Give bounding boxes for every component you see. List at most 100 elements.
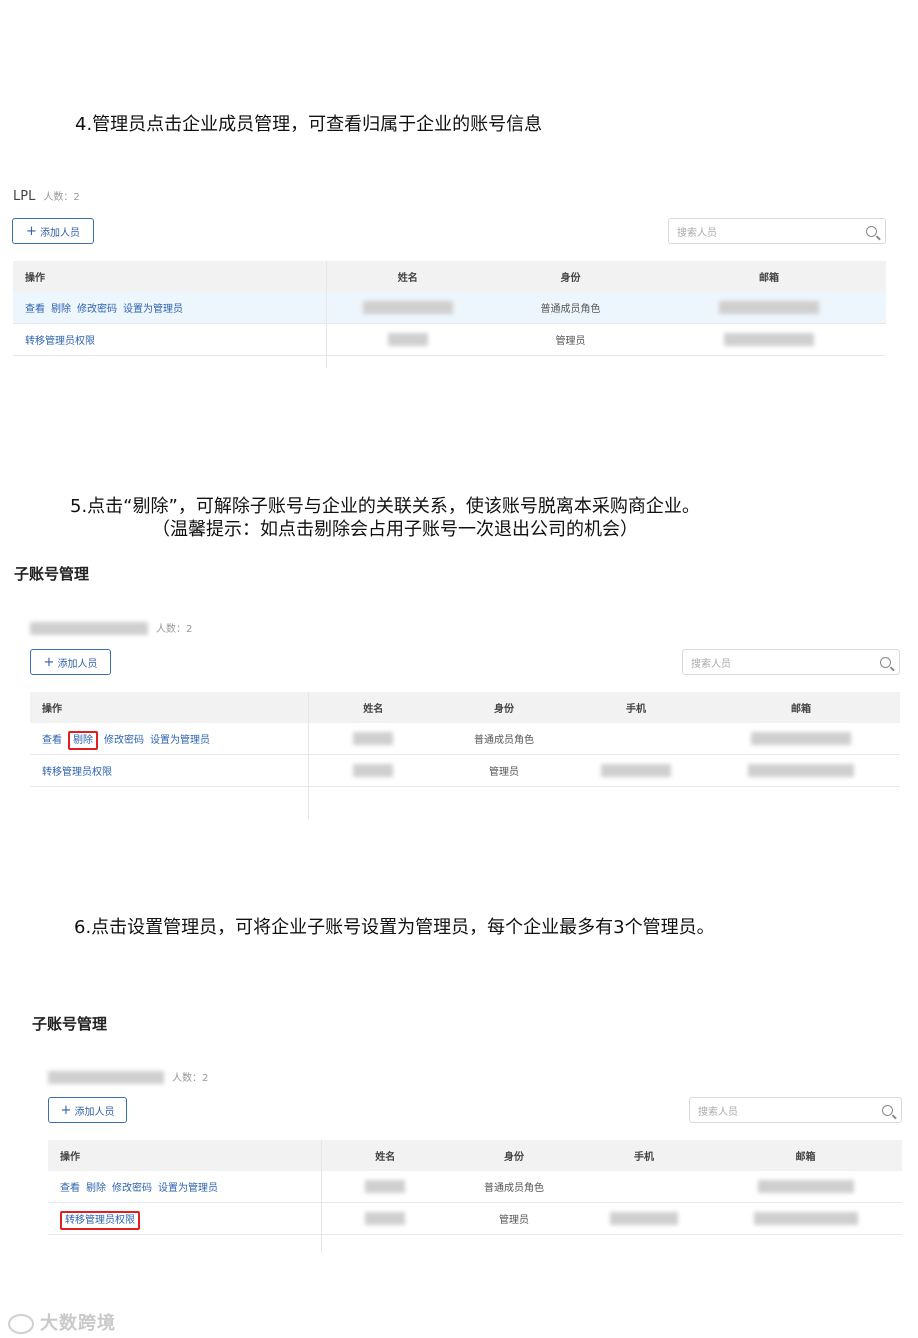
search-placeholder: 搜索人员 bbox=[677, 227, 717, 239]
name-cell bbox=[321, 1171, 449, 1203]
search-icon[interactable] bbox=[880, 656, 891, 668]
remove-link[interactable]: 剔除 bbox=[86, 1183, 106, 1194]
transfer-admin-link[interactable]: 转移管理员权限 bbox=[25, 336, 95, 347]
name-cell bbox=[308, 754, 438, 787]
remove-link[interactable]: 剔除 bbox=[68, 731, 98, 750]
row-actions: 转移管理员权限 bbox=[30, 754, 309, 787]
name-cell bbox=[326, 292, 489, 324]
col-header-email: 邮箱 bbox=[709, 1140, 902, 1171]
phone-cell bbox=[570, 754, 702, 787]
phone-cell bbox=[579, 1171, 709, 1203]
column-divider bbox=[326, 262, 327, 368]
view-link[interactable]: 查看 bbox=[42, 735, 62, 746]
page-title: 子账号管理 bbox=[32, 1015, 108, 1033]
col-header-actions: 操作 bbox=[13, 261, 327, 292]
col-header-phone: 手机 bbox=[570, 692, 702, 723]
table-row: 转移管理员权限 管理员 bbox=[48, 1202, 902, 1235]
table-row: 查看 剔除 修改密码 设置为管理员 普通成员角色 bbox=[30, 723, 900, 755]
col-header-name: 姓名 bbox=[308, 692, 438, 723]
blurred-name bbox=[362, 301, 453, 314]
member-table: 操作 姓名 身份 手机 邮箱 查看 剔除 修改密码 设置为管理员 普通成员角色 转移管… bbox=[48, 1140, 902, 1235]
search-input[interactable]: 搜索人员 bbox=[668, 218, 886, 244]
add-member-label: 添加人员 bbox=[57, 658, 98, 670]
name-cell bbox=[308, 723, 438, 755]
view-link[interactable]: 查看 bbox=[25, 304, 45, 315]
table-row: 转移管理员权限 管理员 bbox=[30, 754, 900, 787]
blurred-email bbox=[751, 732, 851, 745]
col-header-phone: 手机 bbox=[579, 1140, 709, 1171]
col-header-name: 姓名 bbox=[321, 1140, 449, 1171]
change-password-link[interactable]: 修改密码 bbox=[104, 735, 144, 746]
blurred-name bbox=[353, 732, 394, 745]
table-header-row: 操作 姓名 身份 手机 邮箱 bbox=[48, 1140, 902, 1171]
phone-cell bbox=[570, 723, 702, 755]
column-divider bbox=[308, 693, 309, 819]
search-input[interactable]: 搜索人员 bbox=[689, 1097, 902, 1123]
change-password-link[interactable]: 修改密码 bbox=[112, 1183, 152, 1194]
watermark-logo-icon bbox=[8, 1314, 34, 1334]
org-header: LPL 人数：2 bbox=[13, 188, 80, 204]
search-icon[interactable] bbox=[882, 1104, 893, 1116]
role-cell: 管理员 bbox=[449, 1202, 579, 1235]
role-cell: 普通成员角色 bbox=[438, 723, 570, 755]
remove-link[interactable]: 剔除 bbox=[51, 304, 71, 315]
row-actions: 查看 剔除 修改密码 设置为管理员 bbox=[13, 292, 327, 324]
add-member-label: 添加人员 bbox=[74, 1106, 115, 1118]
email-cell bbox=[709, 1202, 902, 1235]
add-member-label: 添加人员 bbox=[39, 227, 80, 239]
role-cell: 管理员 bbox=[438, 754, 570, 787]
add-member-button[interactable]: + 添加人员 bbox=[30, 649, 111, 675]
blurred-email bbox=[753, 1212, 858, 1225]
member-count: 人数：2 bbox=[156, 624, 193, 635]
search-placeholder: 搜索人员 bbox=[691, 658, 731, 670]
role-cell: 普通成员角色 bbox=[489, 292, 652, 324]
email-cell bbox=[702, 754, 900, 787]
view-link[interactable]: 查看 bbox=[60, 1183, 80, 1194]
set-admin-link[interactable]: 设置为管理员 bbox=[158, 1183, 218, 1194]
org-name: LPL bbox=[13, 189, 36, 204]
table-row: 查看 剔除 修改密码 设置为管理员 普通成员角色 bbox=[48, 1171, 902, 1203]
row-actions: 转移管理员权限 bbox=[13, 323, 327, 356]
member-table: 操作 姓名 身份 手机 邮箱 查看 剔除 修改密码 设置为管理员 普通成员角色 转移管… bbox=[30, 692, 900, 787]
blurred-org-name bbox=[48, 1071, 164, 1084]
col-header-email: 邮箱 bbox=[652, 261, 886, 292]
watermark: 大数跨境 bbox=[8, 1309, 116, 1335]
blurred-email bbox=[748, 764, 854, 777]
watermark-text: 大数跨境 bbox=[40, 1313, 116, 1334]
search-input[interactable]: 搜索人员 bbox=[682, 649, 900, 675]
table-header-row: 操作 姓名 身份 手机 邮箱 bbox=[30, 692, 900, 723]
transfer-admin-link[interactable]: 转移管理员权限 bbox=[60, 1211, 140, 1230]
plus-icon: + bbox=[43, 654, 55, 670]
role-cell: 管理员 bbox=[489, 323, 652, 356]
add-member-button[interactable]: + 添加人员 bbox=[12, 218, 94, 244]
change-password-link[interactable]: 修改密码 bbox=[77, 304, 117, 315]
blurred-org-name bbox=[30, 622, 148, 635]
add-member-button[interactable]: + 添加人员 bbox=[48, 1097, 127, 1123]
blurred-name bbox=[365, 1212, 406, 1225]
set-admin-link[interactable]: 设置为管理员 bbox=[150, 735, 210, 746]
row-actions: 转移管理员权限 bbox=[48, 1202, 322, 1235]
blurred-name bbox=[353, 764, 394, 777]
step5-tip: （温馨提示：如点击剔除会占用子账号一次退出公司的机会） bbox=[152, 519, 638, 540]
search-icon[interactable] bbox=[866, 225, 877, 237]
transfer-admin-link[interactable]: 转移管理员权限 bbox=[42, 767, 112, 778]
step6-instruction: 6.点击设置管理员，可将企业子账号设置为管理员，每个企业最多有3个管理员。 bbox=[74, 917, 715, 938]
blurred-email bbox=[719, 301, 819, 314]
col-header-role: 身份 bbox=[449, 1140, 579, 1171]
member-table: 操作 姓名 身份 邮箱 查看 剔除 修改密码 设置为管理员 普通成员角色 转移管理员权… bbox=[13, 261, 886, 356]
blurred-phone bbox=[610, 1212, 678, 1225]
blurred-name bbox=[365, 1180, 406, 1193]
org-header: 人数：2 bbox=[48, 1069, 208, 1085]
name-cell bbox=[326, 323, 489, 356]
set-admin-link[interactable]: 设置为管理员 bbox=[123, 304, 183, 315]
col-header-actions: 操作 bbox=[30, 692, 309, 723]
page-title: 子账号管理 bbox=[14, 565, 90, 583]
blurred-email bbox=[757, 1180, 854, 1193]
col-header-name: 姓名 bbox=[326, 261, 489, 292]
step4-instruction: 4.管理员点击企业成员管理，可查看归属于企业的账号信息 bbox=[75, 114, 543, 135]
table-row: 转移管理员权限 管理员 bbox=[13, 323, 886, 356]
name-cell bbox=[321, 1202, 449, 1235]
column-divider bbox=[321, 1141, 322, 1253]
org-header: 人数：2 bbox=[30, 620, 192, 636]
col-header-email: 邮箱 bbox=[702, 692, 900, 723]
